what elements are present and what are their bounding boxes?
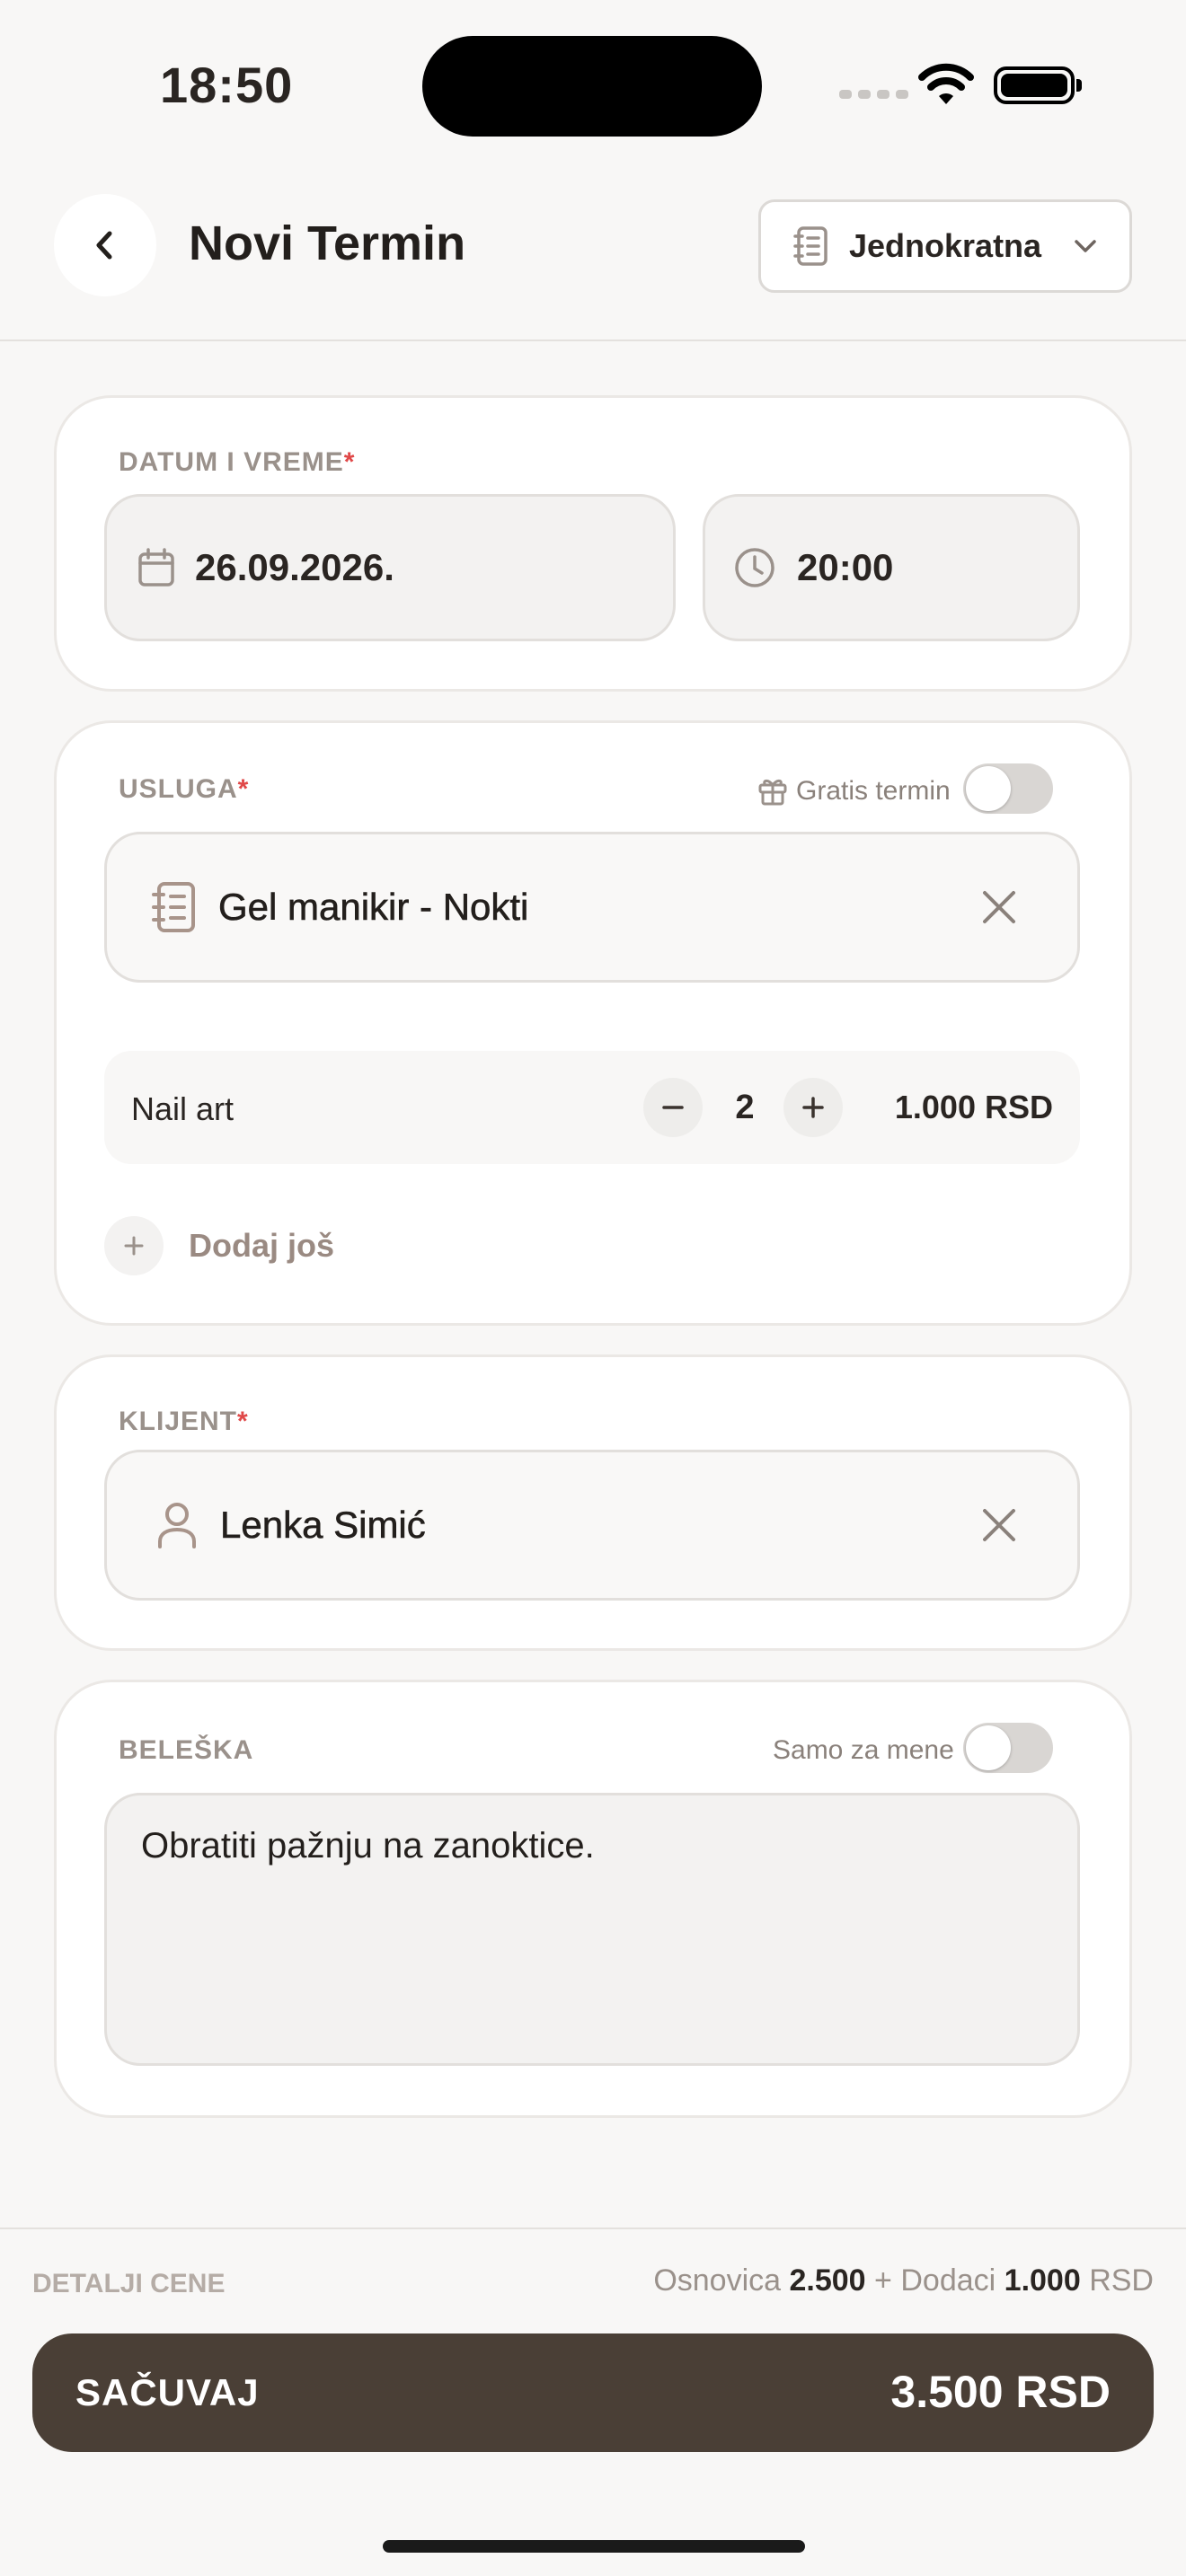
price-details-label: DETALJI CENE	[32, 2269, 226, 2298]
chevron-down-icon	[1075, 240, 1096, 252]
note-label: BELEŠKA	[119, 1735, 254, 1765]
notebook-icon	[152, 882, 195, 932]
add-more-label: Dodaj još	[189, 1227, 335, 1264]
save-total: 3.500 RSD	[890, 2367, 1111, 2417]
close-icon[interactable]	[981, 1507, 1017, 1543]
signal-icon	[839, 90, 908, 99]
clock-icon	[735, 548, 774, 587]
note-field[interactable]: Obratiti pažnju na zanoktice.	[104, 1793, 1080, 2066]
private-toggle[interactable]	[963, 1723, 1053, 1773]
save-label: SAČUVAJ	[75, 2371, 260, 2413]
frequency-dropdown[interactable]: Jednokratna	[758, 199, 1132, 293]
battery-icon	[994, 66, 1082, 104]
calendar-icon	[138, 548, 174, 587]
wifi-icon	[918, 63, 974, 104]
date-value: 26.09.2026.	[195, 546, 394, 588]
minus-icon	[662, 1106, 684, 1109]
gift-icon	[758, 779, 787, 806]
addon-price: 1.000 RSD	[894, 1089, 1053, 1125]
dynamic-island	[422, 36, 762, 137]
client-field[interactable]: Lenka Simić	[104, 1450, 1080, 1601]
time-value: 20:00	[797, 546, 894, 588]
service-field[interactable]: Gel manikir - Nokti	[104, 832, 1080, 983]
back-button[interactable]	[54, 194, 156, 296]
client-label: KLIJENT*	[119, 1407, 249, 1436]
addon-name: Nail art	[131, 1090, 235, 1127]
notebook-icon	[793, 226, 828, 266]
plus-icon	[124, 1236, 144, 1256]
addons-price: 1.000	[1004, 2263, 1081, 2298]
datetime-label: DATUM I VREME*	[119, 447, 356, 477]
status-time: 18:50	[160, 57, 294, 113]
home-indicator	[383, 2540, 805, 2553]
service-label: USLUGA*	[119, 774, 250, 804]
gratis-toggle[interactable]	[963, 763, 1053, 814]
private-label: Samo za mene	[773, 1735, 954, 1765]
note-text: Obratiti pažnju na zanoktice.	[141, 1826, 595, 1866]
date-field[interactable]: 26.09.2026.	[104, 494, 676, 641]
addon-quantity: 2	[735, 1089, 755, 1126]
page-title: Novi Termin	[189, 216, 466, 270]
user-icon	[158, 1503, 196, 1548]
price-breakdown: Osnovica 2.500 + Dodaci 1.000 RSD	[653, 2263, 1154, 2298]
plus-icon	[802, 1097, 824, 1118]
client-value: Lenka Simić	[220, 1504, 426, 1547]
increase-button[interactable]	[783, 1078, 843, 1137]
header-divider	[0, 340, 1186, 341]
time-field[interactable]: 20:00	[703, 494, 1080, 641]
decrease-button[interactable]	[643, 1078, 703, 1137]
close-icon[interactable]	[981, 889, 1017, 925]
back-icon	[96, 231, 112, 260]
service-value: Gel manikir - Nokti	[218, 886, 529, 929]
add-more-button[interactable]: Dodaj još	[104, 1216, 334, 1275]
footer-divider	[0, 2228, 1186, 2229]
gratis-label: Gratis termin	[796, 776, 951, 806]
frequency-label: Jednokratna	[849, 227, 1042, 264]
add-more-icon-wrap	[104, 1216, 164, 1275]
base-price: 2.500	[789, 2263, 866, 2298]
